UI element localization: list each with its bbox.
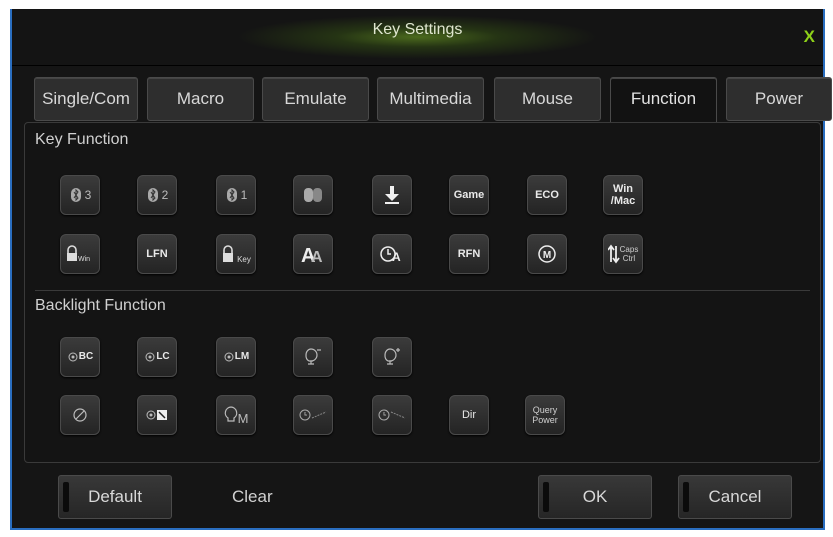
tab-single-com[interactable]: Single/Com	[34, 77, 138, 121]
speed-up-button[interactable]	[293, 395, 333, 435]
backlight-off-icon	[73, 408, 87, 422]
m-circle-icon: M	[538, 245, 556, 263]
arrow-down-icon	[385, 186, 399, 204]
button-grip	[543, 482, 549, 512]
footer: Default Clear OK Cancel	[0, 475, 833, 525]
backlight-lc-button[interactable]: LC	[137, 337, 177, 377]
bluetooth-pair-icon	[304, 188, 322, 202]
lfn-button[interactable]: LFN	[137, 234, 177, 274]
font-size-button[interactable]: A A	[293, 234, 333, 274]
rfn-icon: RFN	[457, 248, 481, 260]
tab-mouse[interactable]: Mouse	[494, 77, 601, 121]
rfn-button[interactable]: RFN	[449, 234, 489, 274]
bluetooth-2-button[interactable]: 2	[137, 175, 177, 215]
game-icon: Game	[453, 189, 485, 201]
font-size-icon: A A	[301, 245, 323, 265]
backlight-custom-icon	[146, 410, 167, 420]
function-panel: Key Function 3 2 1 Game ECO Win /Mac Win…	[24, 122, 821, 463]
speed-down-icon	[378, 409, 406, 421]
eco-icon: ECO	[535, 189, 559, 201]
bulb-minus-icon	[305, 348, 321, 365]
speed-up-icon	[299, 409, 327, 421]
tab-power[interactable]: Power	[726, 77, 832, 121]
win-mac-icon: Win /Mac	[610, 183, 636, 207]
svg-text:Win: Win	[78, 256, 90, 263]
bulb-m-button[interactable]: M	[216, 395, 256, 435]
dir-button[interactable]: Dir	[449, 395, 489, 435]
bluetooth-3-button[interactable]: 3	[60, 175, 100, 215]
svg-text:M: M	[543, 250, 551, 261]
tab-multimedia[interactable]: Multimedia	[377, 77, 484, 121]
lock-key-icon	[223, 245, 234, 262]
clock-a-icon: A	[380, 246, 401, 264]
lock-win-icon: Win	[67, 245, 90, 263]
button-grip	[63, 482, 69, 512]
svg-text:A: A	[392, 250, 401, 264]
dir-icon: Dir	[461, 409, 477, 421]
title-bar: Key Settings X	[12, 9, 823, 66]
ok-button[interactable]: OK	[538, 475, 652, 519]
section-divider	[35, 290, 810, 291]
backlight-lm-icon	[224, 352, 234, 362]
query-power-icon: Query Power	[532, 405, 558, 425]
cancel-button[interactable]: Cancel	[678, 475, 792, 519]
eco-button[interactable]: ECO	[527, 175, 567, 215]
tab-macro[interactable]: Macro	[147, 77, 254, 121]
backlight-off-button[interactable]	[60, 395, 100, 435]
m-button[interactable]: M	[527, 234, 567, 274]
dialog-title: Key Settings	[372, 21, 463, 38]
bulb-minus-button[interactable]	[293, 337, 333, 377]
backlight-lc-icon	[145, 352, 155, 362]
bulb-plus-icon	[384, 348, 400, 365]
backlight-lm-button[interactable]: LM	[216, 337, 256, 377]
tab-bar: Single/Com Macro Emulate Multimedia Mous…	[34, 77, 832, 133]
query-power-button[interactable]: Query Power	[525, 395, 565, 435]
lfn-icon: LFN	[146, 248, 168, 260]
backlight-custom-button[interactable]	[137, 395, 177, 435]
clear-button[interactable]: Clear	[232, 487, 273, 507]
win-mac-button[interactable]: Win /Mac	[603, 175, 643, 215]
backlight-function-heading: Backlight Function	[35, 297, 166, 314]
close-icon[interactable]: X	[804, 27, 815, 47]
svg-text:A: A	[311, 249, 323, 265]
caps-ctrl-swap-button[interactable]: Caps Ctrl	[603, 234, 643, 274]
arrow-down-button[interactable]	[372, 175, 412, 215]
speed-down-button[interactable]	[372, 395, 412, 435]
button-grip	[683, 482, 689, 512]
tab-emulate[interactable]: Emulate	[262, 77, 369, 121]
key-function-heading: Key Function	[35, 131, 129, 148]
backlight-bc-icon	[68, 352, 78, 362]
lock-win-button[interactable]: Win	[60, 234, 100, 274]
backlight-bc-button[interactable]: BC	[60, 337, 100, 377]
lock-key-button[interactable]: Key	[216, 234, 256, 274]
bulb-m-icon	[224, 406, 237, 422]
clock-a-button[interactable]: A	[372, 234, 412, 274]
game-mode-button[interactable]: Game	[449, 175, 489, 215]
bluetooth-1-button[interactable]: 1	[216, 175, 256, 215]
bulb-plus-button[interactable]	[372, 337, 412, 377]
default-button[interactable]: Default	[58, 475, 172, 519]
caps-ctrl-swap-icon	[607, 244, 620, 264]
bluetooth-pair-button[interactable]	[293, 175, 333, 215]
